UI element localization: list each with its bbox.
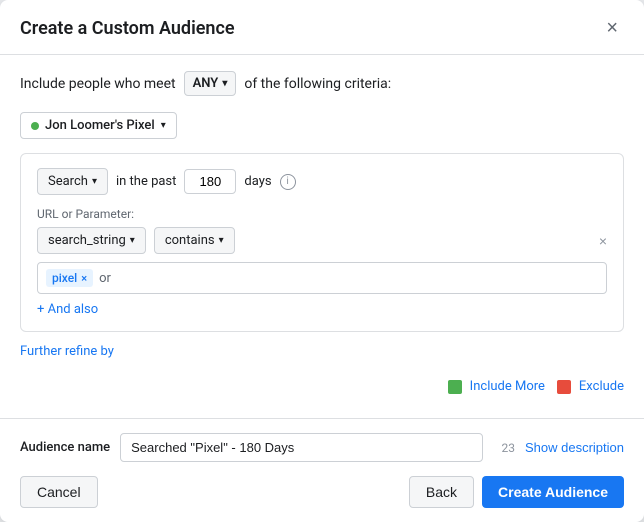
audience-name-row: Audience name 23 Show description	[20, 433, 624, 462]
search-dropdown[interactable]: Search ▾	[37, 168, 108, 195]
days-label: days	[244, 174, 271, 189]
modal-footer: Audience name 23 Show description Cancel…	[0, 418, 644, 522]
tag-row[interactable]: pixel × or	[37, 262, 607, 294]
filter-op-chevron-icon: ▾	[219, 235, 224, 246]
any-chevron-icon: ▾	[222, 78, 227, 89]
filter-field-label: search_string	[48, 233, 126, 248]
create-audience-button[interactable]: Create Audience	[482, 476, 624, 508]
pixel-status-dot	[31, 122, 39, 130]
audience-name-input[interactable]	[120, 433, 483, 462]
search-chevron-icon: ▾	[92, 176, 97, 187]
exclude-icon	[557, 380, 571, 394]
exclude-label: Exclude	[579, 379, 624, 394]
modal-body: Include people who meet ANY ▾ of the fol…	[0, 55, 644, 418]
in-the-past-label: in the past	[116, 174, 176, 189]
filter-row: search_string ▾ contains ▾ ×	[37, 227, 607, 254]
pixel-chevron-icon: ▾	[161, 120, 166, 131]
further-refine-link[interactable]: Further refine by	[20, 344, 114, 359]
char-count: 23	[493, 441, 515, 455]
any-dropdown[interactable]: ANY ▾	[184, 71, 237, 96]
include-row: Include people who meet ANY ▾ of the fol…	[20, 71, 624, 96]
action-row: Include More Exclude	[20, 371, 624, 402]
filter-op-label: contains	[165, 233, 215, 248]
include-suffix: of the following criteria:	[244, 76, 391, 92]
tag-value: pixel	[52, 271, 77, 285]
exclude-link[interactable]: Exclude	[557, 379, 624, 394]
pixel-selector[interactable]: Jon Loomer's Pixel ▾	[20, 112, 177, 139]
include-more-link[interactable]: Include More	[448, 379, 545, 394]
and-also-link[interactable]: + And also	[37, 302, 98, 317]
pixel-tag: pixel ×	[46, 269, 93, 287]
back-button[interactable]: Back	[409, 476, 474, 508]
any-label: ANY	[193, 76, 219, 91]
pixel-name: Jon Loomer's Pixel	[45, 118, 155, 133]
include-more-icon	[448, 380, 462, 394]
modal-header: Create a Custom Audience ×	[0, 0, 644, 55]
days-input[interactable]	[184, 169, 236, 194]
show-description-button[interactable]: Show description	[525, 440, 624, 455]
right-buttons: Back Create Audience	[409, 476, 624, 508]
include-prefix: Include people who meet	[20, 76, 176, 92]
close-button[interactable]: ×	[600, 16, 624, 40]
audience-name-label: Audience name	[20, 440, 110, 455]
include-more-label: Include More	[470, 379, 545, 394]
footer-buttons: Cancel Back Create Audience	[20, 476, 624, 508]
tag-remove-icon[interactable]: ×	[81, 272, 87, 285]
criteria-row1: Search ▾ in the past days i	[37, 168, 607, 195]
filter-field-dropdown[interactable]: search_string ▾	[37, 227, 146, 254]
info-icon[interactable]: i	[280, 174, 296, 190]
url-label: URL or Parameter:	[37, 207, 607, 221]
search-label: Search	[48, 174, 88, 189]
modal-title: Create a Custom Audience	[20, 18, 235, 39]
filter-remove-button[interactable]: ×	[599, 233, 607, 249]
create-custom-audience-modal: Create a Custom Audience × Include peopl…	[0, 0, 644, 522]
criteria-box: Search ▾ in the past days i URL or Param…	[20, 153, 624, 332]
or-label: or	[99, 271, 111, 286]
cancel-button[interactable]: Cancel	[20, 476, 98, 508]
filter-field-chevron-icon: ▾	[130, 235, 135, 246]
filter-op-dropdown[interactable]: contains ▾	[154, 227, 235, 254]
